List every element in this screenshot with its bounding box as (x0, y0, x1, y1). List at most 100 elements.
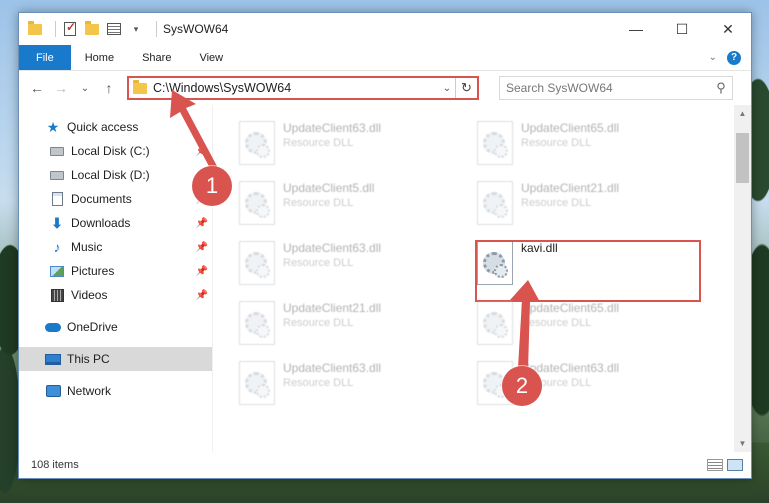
list-item[interactable]: UpdateClient65.dll Resource DLL (471, 115, 671, 165)
dll-file-icon (477, 301, 513, 345)
file-name: UpdateClient21.dll (521, 181, 620, 195)
dll-file-icon (239, 301, 275, 345)
file-name: UpdateClient65.dll (521, 301, 620, 315)
dll-file-icon (239, 181, 275, 225)
title-bar: ▾ SysWOW64 — ☐ ✕ (19, 13, 751, 45)
this-pc-icon (45, 351, 61, 367)
drive-icon (49, 167, 65, 183)
recent-locations-dropdown[interactable]: ⌄ (73, 83, 97, 94)
status-bar: 108 items (19, 452, 751, 478)
tab-share[interactable]: Share (128, 45, 185, 70)
details-view-icon[interactable] (707, 459, 723, 471)
highlight-box (475, 240, 701, 302)
sidebar-item-label: Music (71, 240, 103, 254)
drive-icon (49, 143, 65, 159)
sidebar-item-label: Pictures (71, 264, 115, 278)
file-name: UpdateClient63.dll (283, 361, 382, 375)
minimize-button[interactable]: — (613, 13, 659, 45)
address-path[interactable]: C:\Windows\SysWOW64 (153, 81, 439, 95)
file-name: UpdateClient21.dll (283, 301, 382, 315)
search-input[interactable]: Search SysWOW64 (506, 81, 710, 95)
view-buttons (707, 459, 751, 471)
new-folder-icon[interactable] (84, 20, 100, 37)
pin-icon[interactable]: 📌 (196, 146, 208, 157)
file-name: UpdateClient65.dll (521, 121, 620, 135)
forward-button[interactable]: → (49, 80, 73, 96)
sidebar-item-music[interactable]: ♪ Music 📌 (19, 235, 212, 259)
sidebar-item-documents[interactable]: Documents 📌 (19, 187, 212, 211)
sidebar-item-downloads[interactable]: ⬇ Downloads 📌 (19, 211, 212, 235)
back-button[interactable]: ← (25, 80, 49, 96)
content-area: ★ Quick access Local Disk (C:) 📌 Local D… (19, 105, 751, 452)
pin-icon[interactable]: 📌 (196, 218, 208, 229)
close-button[interactable]: ✕ (705, 13, 751, 45)
file-name: UpdateClient63.dll (283, 241, 382, 255)
navigation-pane: ★ Quick access Local Disk (C:) 📌 Local D… (19, 105, 213, 452)
list-item[interactable]: UpdateClient5.dll Resource DLL (233, 175, 433, 225)
sidebar-item-label: Local Disk (D:) (71, 168, 150, 182)
sidebar-item-local-disk-d[interactable]: Local Disk (D:) 📌 (19, 163, 212, 187)
sidebar-item-label: Quick access (67, 120, 139, 134)
downloads-icon: ⬇ (51, 214, 63, 231)
sidebar-item-local-disk-c[interactable]: Local Disk (C:) 📌 (19, 139, 212, 163)
network-icon (45, 383, 61, 399)
tab-home[interactable]: Home (71, 45, 128, 70)
tab-view[interactable]: View (185, 45, 237, 70)
properties-check-icon[interactable] (62, 20, 78, 37)
expand-ribbon-chevron-icon[interactable]: ⌄ (709, 52, 717, 63)
callout-number-2: 2 (502, 366, 542, 406)
list-item[interactable]: UpdateClient63.dll Resource DLL (233, 235, 433, 285)
list-item[interactable]: UpdateClient65.dll Resource DLL (471, 295, 671, 345)
ribbon-right: ⌄ ? (709, 45, 751, 70)
sidebar-item-network[interactable]: Network (19, 379, 212, 403)
sidebar-item-onedrive[interactable]: OneDrive (19, 315, 212, 339)
star-icon: ★ (46, 118, 60, 135)
large-icons-view-icon[interactable] (727, 459, 743, 471)
refresh-button[interactable]: ↻ (455, 78, 477, 98)
address-dropdown-icon[interactable]: ⌄ (439, 83, 455, 94)
sidebar-item-label: Network (67, 384, 112, 398)
up-button[interactable]: ↑ (97, 80, 121, 96)
file-type: Resource DLL (521, 137, 592, 149)
list-item[interactable]: UpdateClient21.dll Resource DLL (233, 295, 433, 345)
sidebar-item-this-pc[interactable]: This PC (19, 347, 212, 371)
dll-file-icon (239, 361, 275, 405)
file-list: UpdateClient63.dll Resource DLL UpdateCli… (213, 105, 751, 452)
sidebar-item-pictures[interactable]: Pictures 📌 (19, 259, 212, 283)
search-icon[interactable]: ⚲ (710, 80, 732, 96)
customize-quick-access-dropdown[interactable]: ▾ (128, 21, 144, 37)
maximize-button[interactable]: ☐ (659, 13, 705, 45)
ribbon-tabs: File Home Share View ⌄ ? (19, 45, 751, 71)
tab-file[interactable]: File (19, 45, 71, 70)
file-type: Resource DLL (283, 377, 354, 389)
properties-icon[interactable] (106, 21, 122, 37)
pictures-icon (49, 263, 65, 279)
list-item[interactable]: UpdateClient21.dll Resource DLL (471, 175, 671, 225)
sidebar-item-label: OneDrive (67, 320, 118, 334)
sidebar-item-label: Local Disk (C:) (71, 144, 150, 158)
scroll-down-arrow-icon[interactable]: ▼ (734, 435, 751, 452)
folder-icon (133, 79, 147, 94)
documents-icon (49, 191, 65, 207)
pin-icon[interactable]: 📌 (196, 266, 208, 277)
search-box[interactable]: Search SysWOW64 ⚲ (499, 76, 733, 100)
file-type: Resource DLL (283, 137, 354, 149)
list-item[interactable]: UpdateClient63.dll Resource DLL (233, 355, 433, 405)
pin-icon[interactable]: 📌 (196, 242, 208, 253)
sidebar-item-videos[interactable]: Videos 📌 (19, 283, 212, 307)
list-item[interactable]: UpdateClient63.dll Resource DLL (233, 115, 433, 165)
pin-icon[interactable]: 📌 (196, 290, 208, 301)
scrollbar-thumb[interactable] (736, 133, 749, 183)
file-explorer-window: ▾ SysWOW64 — ☐ ✕ File Home Share View ⌄ … (18, 12, 752, 479)
window-title: SysWOW64 (163, 22, 229, 36)
help-icon[interactable]: ? (727, 50, 741, 65)
videos-icon (49, 287, 65, 303)
sidebar-item-label: This PC (67, 352, 110, 366)
scroll-up-arrow-icon[interactable]: ▲ (734, 105, 751, 122)
onedrive-icon (45, 319, 61, 335)
sidebar-item-quick-access[interactable]: ★ Quick access (19, 115, 212, 139)
address-bar[interactable]: C:\Windows\SysWOW64 ⌄ ↻ (127, 76, 479, 100)
file-type: Resource DLL (521, 197, 592, 209)
vertical-scrollbar[interactable]: ▲ ▼ (734, 105, 751, 452)
list-item[interactable]: UpdateClient63.dll Resource DLL (471, 355, 671, 405)
